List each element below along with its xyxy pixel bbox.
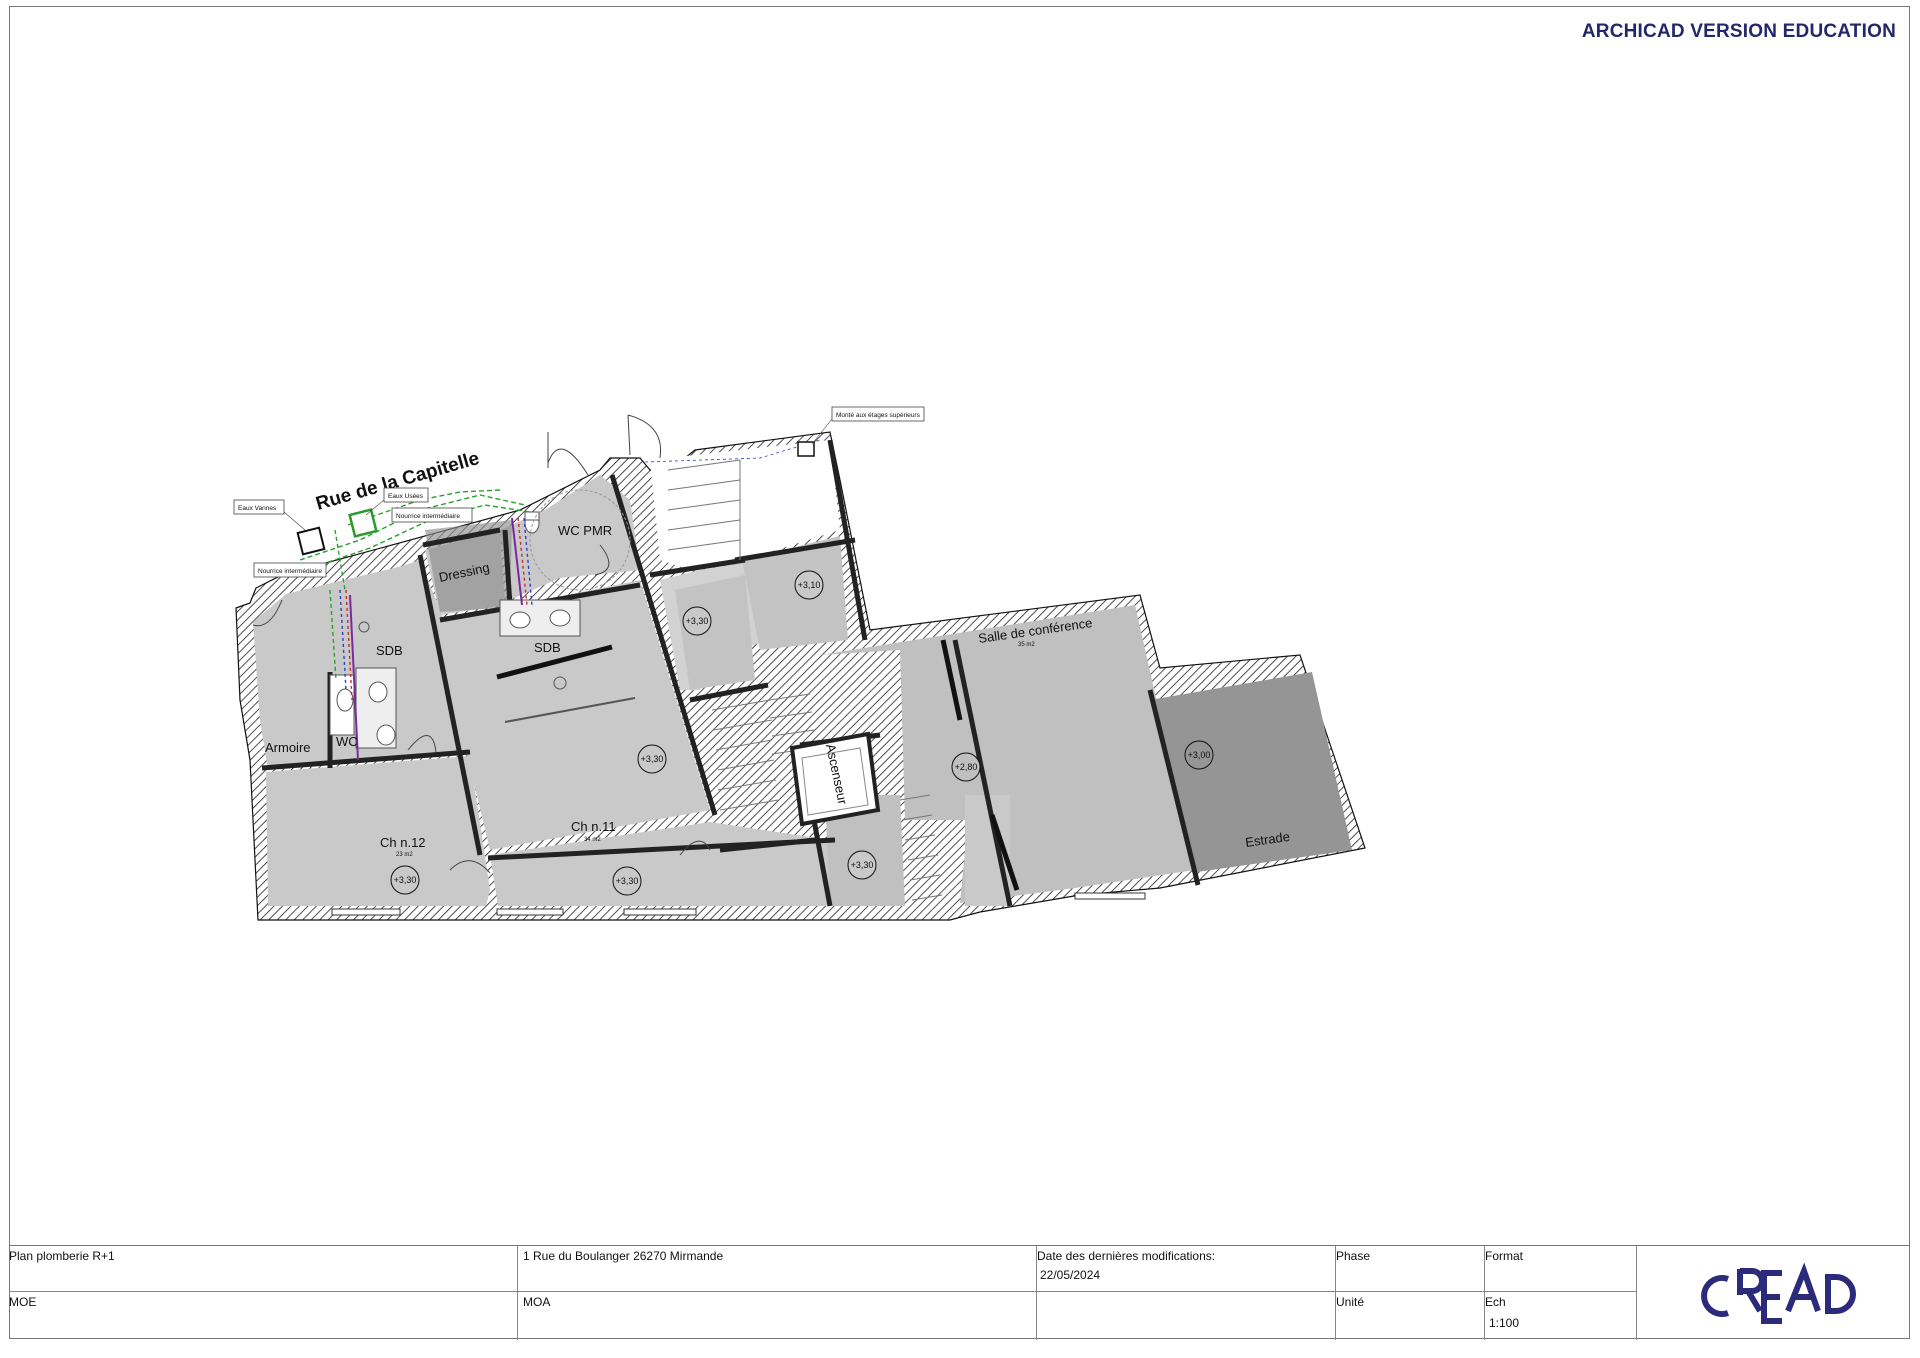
tb-moe-label: MOE [9,1295,37,1309]
room-ch12-area: 23 m2 [396,852,413,858]
tb-date-value: 22/05/2024 [1040,1268,1101,1282]
title-block: Plan plomberie R+1 1 Rue du Boulanger 26… [9,1245,1910,1340]
level-8: +3,30 [616,876,639,886]
tb-plan-title: Plan plomberie R+1 [9,1249,115,1263]
tb-moa-label: MOA [523,1295,551,1309]
tb-address: 1 Rue du Boulanger 26270 Mirmande [523,1249,724,1263]
room-ch11: Ch n.11 [571,819,616,834]
callout-monte: Monté aux étages supérieurs [836,412,921,419]
room-salle-area: 35 m2 [1018,642,1035,648]
tb-format-label: Format [1485,1249,1524,1263]
level-4: +2,80 [955,762,978,772]
street-label: Rue de la Capitelle [314,448,482,515]
tb-ech-label: Ech [1485,1295,1506,1309]
room-ch11-area: 34 m2 [584,837,601,843]
tb-unite-label: Unité [1336,1295,1365,1309]
level-7: +3,30 [394,875,417,885]
cread-logo [1701,1262,1856,1324]
level-2: +3,10 [798,580,821,590]
callout-eaux-usees: Eaux Usées [388,493,424,500]
tb-divider-h [9,1291,1636,1292]
tb-divider-v1 [517,1246,518,1340]
level-6: +3,30 [851,860,874,870]
tb-phase-label: Phase [1336,1249,1371,1263]
room-sdb-left: SDB [376,643,403,658]
room-sdb-mid: SDB [534,640,561,655]
manholes [296,508,378,556]
floor-plan: Rue de la Capitelle Eaux Vannes Eaux Usé… [233,406,1366,921]
callout-nourrice-2: Nourrice intermédiaire [258,568,322,575]
level-3: +3,30 [641,754,664,764]
level-1: +3,30 [686,616,709,626]
tb-divider-v5 [1636,1246,1637,1340]
tb-ech-value: 1:100 [1489,1316,1520,1330]
room-wc-pmr: WC PMR [558,523,612,538]
callout-nourrice-1: Nourrice intermédiaire [396,513,460,520]
tb-date-label: Date des dernières modifications: [1037,1249,1216,1263]
callout-eaux-vannes: Eaux Vannes [238,505,277,512]
shaft-box [797,441,815,457]
room-armoire: Armoire [265,740,311,755]
room-wc: WC [336,734,358,749]
level-5: +3,00 [1188,750,1211,760]
room-ch12: Ch n.12 [380,835,426,850]
